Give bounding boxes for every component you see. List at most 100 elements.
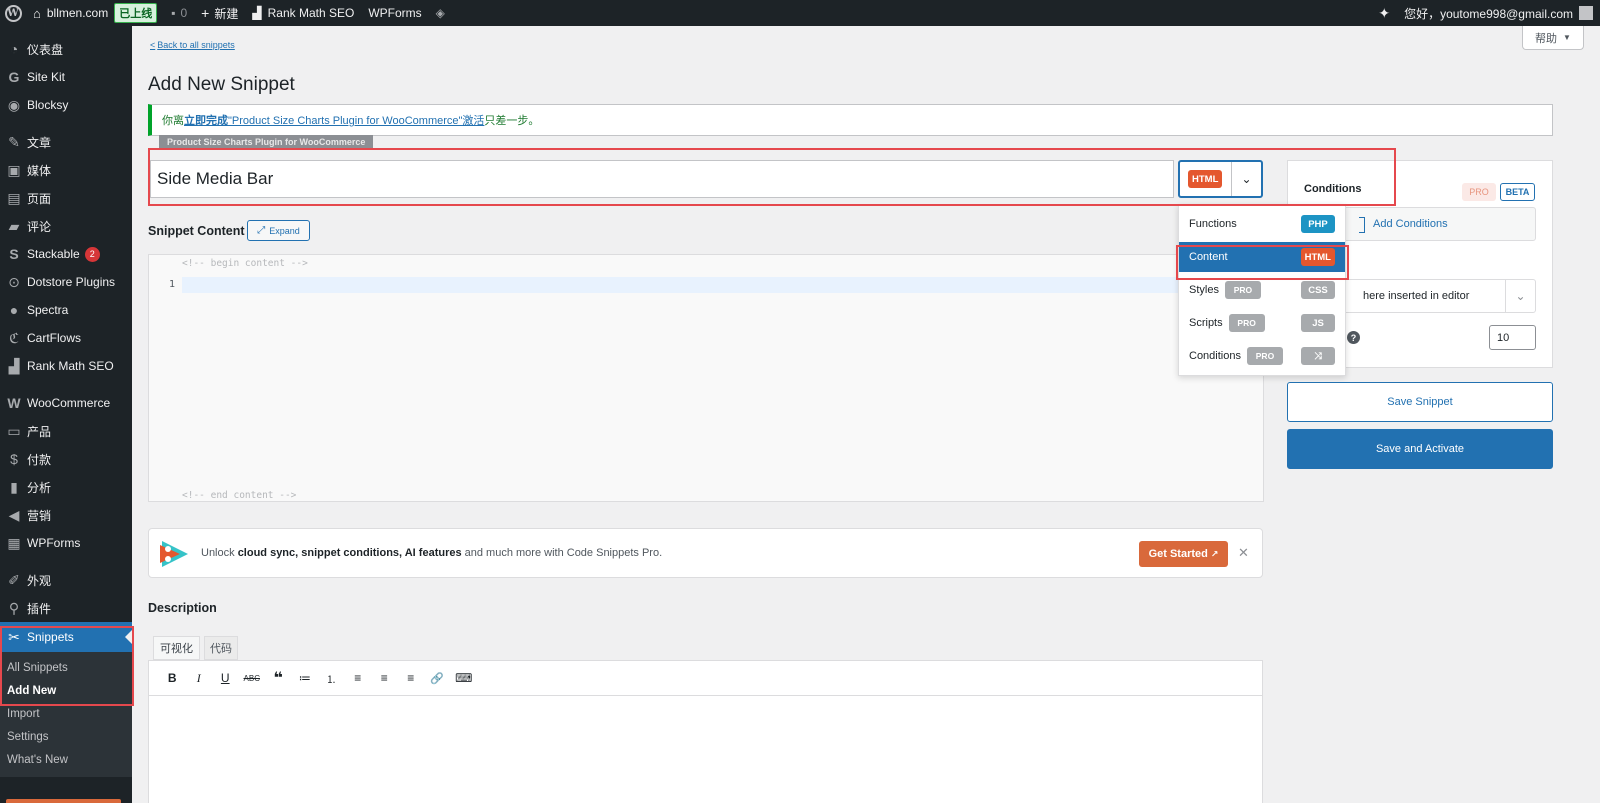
numbered-list-icon[interactable]: ⒈: [318, 665, 345, 691]
align-right-icon[interactable]: ≡: [398, 665, 425, 691]
menu-cartflows[interactable]: ℭ CartFlows: [0, 324, 132, 352]
pro-badge: PRO: [1462, 183, 1496, 201]
wordpress-logo-icon[interactable]: W: [0, 0, 26, 26]
new-content-link[interactable]: + 新建: [194, 0, 245, 26]
pro-upsell-banner: Unlock cloud sync, snippet conditions, A…: [148, 528, 1263, 578]
save-snippet-button[interactable]: Save Snippet: [1287, 382, 1553, 422]
submenu-add-new[interactable]: Add New: [0, 679, 132, 702]
home-icon: ⌂: [33, 5, 41, 21]
submenu-all-snippets[interactable]: All Snippets: [0, 656, 132, 679]
html-type-badge: HTML: [1188, 170, 1223, 188]
upsell-text: Unlock cloud sync, snippet conditions, A…: [201, 547, 663, 559]
beta-badge: BETA: [1500, 183, 1535, 201]
sidebar-orange-strip: [6, 799, 121, 803]
help-question-icon[interactable]: ?: [1347, 331, 1360, 344]
link-icon[interactable]: 🔗: [424, 665, 451, 691]
menu-dotstore[interactable]: ⊙ Dotstore Plugins: [0, 268, 132, 296]
menu-payments[interactable]: $ 付款: [0, 445, 132, 473]
diamond-icon[interactable]: ◈: [429, 0, 452, 26]
wpforms-link[interactable]: WPForms: [361, 0, 428, 26]
menu-woocommerce[interactable]: W WooCommerce: [0, 389, 132, 417]
submenu-settings[interactable]: Settings: [0, 725, 132, 748]
strikethrough-icon[interactable]: ABC: [239, 665, 266, 691]
submenu-import[interactable]: Import: [0, 702, 132, 725]
get-started-button[interactable]: Get Started ↗: [1139, 541, 1228, 567]
save-and-activate-button[interactable]: Save and Activate: [1287, 429, 1553, 469]
description-editor[interactable]: [148, 696, 1263, 803]
bullet-list-icon[interactable]: ≔: [292, 665, 319, 691]
menu-spectra[interactable]: ● Spectra: [0, 296, 132, 324]
notice-plugin-link[interactable]: "Product Size Charts Plugin for WooComme…: [228, 112, 484, 128]
blockquote-icon[interactable]: ❝: [265, 665, 292, 691]
menu-site-kit[interactable]: G Site Kit: [0, 63, 132, 91]
menu-blocksy[interactable]: ◉ Blocksy: [0, 91, 132, 119]
menu-comments[interactable]: ▰ 评论: [0, 212, 132, 240]
page-icon: ▤: [7, 189, 21, 206]
media-icon: ▣: [7, 161, 21, 178]
type-option-functions[interactable]: Functions PHP: [1179, 209, 1345, 239]
begin-content-comment: <!-- begin content -->: [182, 258, 308, 269]
align-left-icon[interactable]: ≡: [345, 665, 372, 691]
rankmath-icon: ▟: [252, 6, 262, 20]
keyboard-icon[interactable]: ⌨: [451, 665, 478, 691]
expand-icon: ⤢: [257, 225, 266, 236]
sparkle-icon[interactable]: ✦: [1371, 0, 1397, 26]
italic-icon[interactable]: I: [186, 665, 213, 691]
submenu-whats-new[interactable]: What's New: [0, 748, 132, 771]
payment-icon: $: [10, 451, 18, 467]
account-menu[interactable]: 您好，youtome998@gmail.com: [1397, 0, 1600, 26]
editor-gutter: [149, 255, 182, 501]
rank-math-link[interactable]: ▟ Rank Math SEO: [245, 0, 361, 26]
expand-button[interactable]: ⤢ Expand: [247, 220, 310, 241]
woocommerce-icon: W: [7, 395, 21, 411]
menu-pages[interactable]: ▤ 页面: [0, 184, 132, 212]
line-number: 1: [169, 279, 176, 290]
type-option-conditions[interactable]: Conditions PRO ⤨: [1179, 341, 1345, 371]
menu-plugins[interactable]: ⚲ 插件: [0, 594, 132, 622]
stackable-icon: S: [9, 246, 19, 262]
page-title: Add New Snippet: [148, 74, 295, 95]
chevron-down-icon[interactable]: ⌄: [1231, 162, 1261, 196]
tab-code[interactable]: 代码: [204, 636, 238, 660]
site-name-link[interactable]: ⌂ bllmen.com 已上线: [26, 0, 164, 26]
comments-link[interactable]: ▪ 0: [164, 0, 194, 26]
bold-icon[interactable]: B: [159, 665, 186, 691]
help-tab-button[interactable]: 帮助 ▼: [1522, 26, 1584, 50]
plus-icon: +: [201, 5, 210, 21]
menu-marketing[interactable]: ◀ 营销: [0, 501, 132, 529]
external-link-icon: ↗: [1210, 548, 1219, 559]
menu-snippets[interactable]: ✂ Snippets: [0, 622, 132, 652]
back-to-snippets-link[interactable]: < Back to all snippets: [150, 40, 235, 50]
menu-products[interactable]: ▭ 产品: [0, 417, 132, 445]
menu-analytics[interactable]: ▮ 分析: [0, 473, 132, 501]
back-arrow-icon: <: [150, 40, 156, 50]
menu-posts[interactable]: ✎ 文章: [0, 128, 132, 156]
comment-icon: ▰: [8, 217, 20, 234]
pro-badge: PRO: [1246, 347, 1283, 365]
underline-icon[interactable]: U: [212, 665, 239, 691]
avatar: [1579, 6, 1593, 20]
type-option-scripts[interactable]: Scripts PRO JS: [1179, 308, 1345, 338]
close-icon[interactable]: ✕: [1238, 545, 1249, 561]
snippet-type-select[interactable]: HTML ⌄: [1178, 160, 1263, 198]
menu-rank-math[interactable]: ▟ Rank Math SEO: [0, 352, 132, 380]
align-center-icon[interactable]: ≡: [371, 665, 398, 691]
snippet-title-input[interactable]: Side Media Bar: [150, 160, 1174, 198]
php-badge: PHP: [1301, 215, 1335, 233]
menu-appearance[interactable]: ✐ 外观: [0, 566, 132, 594]
code-editor[interactable]: <!-- begin content --> 1 <!-- end conten…: [148, 254, 1264, 502]
menu-stackable[interactable]: S Stackable 2: [0, 240, 132, 268]
priority-input[interactable]: 10: [1489, 325, 1536, 350]
js-badge: JS: [1301, 314, 1335, 332]
snippet-type-dropdown: Functions PHP Content HTML Styles PRO CS…: [1178, 204, 1346, 376]
menu-dashboard[interactable]: ◔ 仪表盘: [0, 35, 132, 63]
scissors-icon: ✂: [8, 628, 20, 645]
type-option-styles[interactable]: Styles PRO CSS: [1179, 275, 1345, 305]
menu-media[interactable]: ▣ 媒体: [0, 156, 132, 184]
tab-visual[interactable]: 可视化: [153, 636, 200, 660]
pin-icon: ✎: [8, 133, 20, 150]
type-option-content[interactable]: Content HTML: [1179, 242, 1345, 272]
menu-wpforms[interactable]: ▦ WPForms: [0, 529, 132, 557]
notice-complete-link[interactable]: 立即完成: [184, 112, 228, 128]
editor-active-line[interactable]: [182, 277, 1264, 293]
